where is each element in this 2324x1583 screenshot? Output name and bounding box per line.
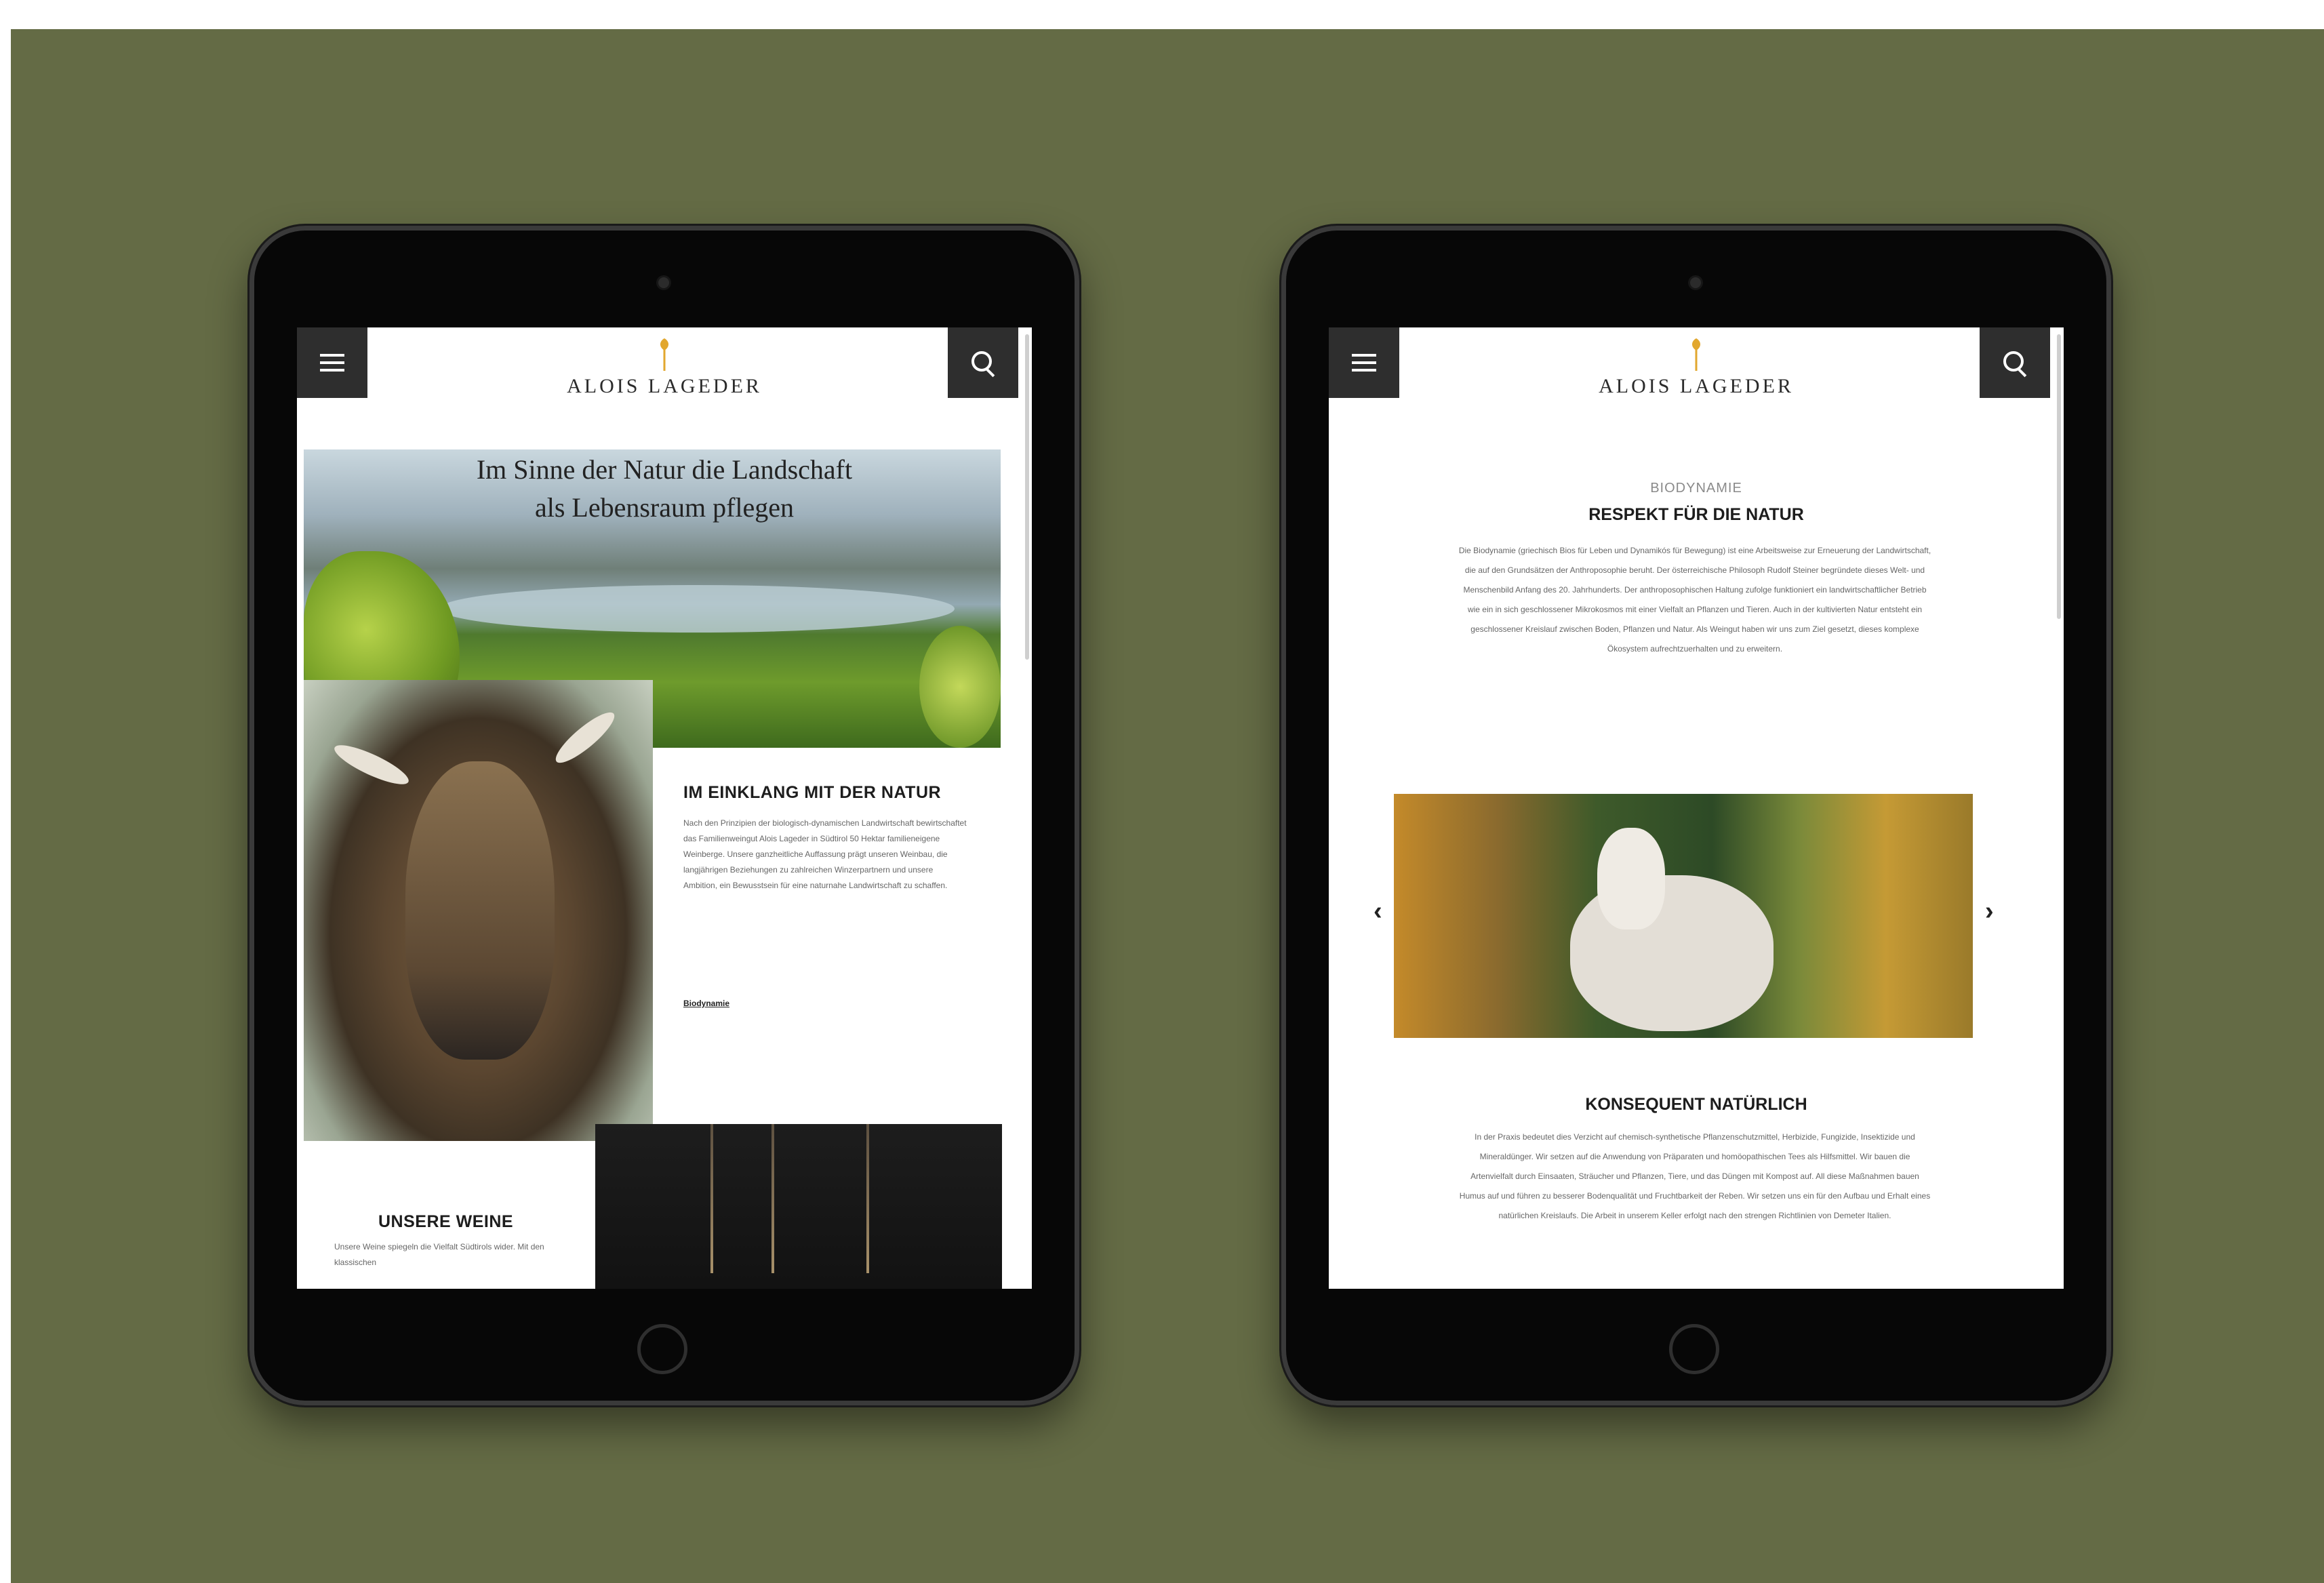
camera [658, 277, 669, 288]
wines-title: UNSERE WEINE [378, 1212, 514, 1231]
section-title: RESPEKT FÜR DIE NATUR [1588, 505, 1804, 524]
section-kicker: BIODYNAMIE [1650, 481, 1742, 496]
logo-icon [660, 338, 669, 371]
wine-image [595, 1124, 1002, 1289]
home-button[interactable] [637, 1324, 687, 1374]
hero-title: Im Sinne der Natur die Landschaft als Le… [476, 454, 853, 523]
home-button[interactable] [1669, 1324, 1719, 1374]
brand-logo[interactable]: ALOIS LAGEDER [297, 337, 1032, 398]
camera [1690, 277, 1701, 288]
section-text: Nach den Prinzipien der biologisch-dynam… [683, 818, 967, 890]
brand-name: ALOIS LAGEDER [1599, 375, 1794, 397]
search-icon [2003, 351, 2027, 378]
wines-text: Unsere Weine spiegeln die Vielfalt Südti… [334, 1242, 544, 1267]
logo-icon [1691, 338, 1701, 371]
brand-name: ALOIS LAGEDER [567, 375, 762, 397]
tablet-right: ALOIS LAGEDER BIODYNAMIE RESPEKT FÜR DIE… [1281, 226, 2111, 1405]
section-text: Die Biodynamie (griechisch Bios für Lebe… [1458, 546, 1931, 654]
biodynamie-link[interactable]: Biodynamie [683, 999, 729, 1008]
tablet-left: ALOIS LAGEDER Im Sinne der Natur die Lan… [249, 226, 1079, 1405]
menu-button[interactable] [1329, 327, 1399, 398]
menu-button[interactable] [297, 327, 367, 398]
cow-image [304, 680, 653, 1141]
brand-logo[interactable]: ALOIS LAGEDER [1329, 337, 2064, 398]
section-title-2: KONSEQUENT NATÜRLICH [1585, 1095, 1807, 1114]
screen-left[interactable]: ALOIS LAGEDER Im Sinne der Natur die Lan… [297, 327, 1032, 1289]
search-icon [971, 351, 995, 378]
section-text-2: In der Praxis bedeutet dies Verzicht auf… [1459, 1132, 1931, 1220]
menu-icon [320, 354, 344, 372]
menu-icon [1352, 354, 1376, 372]
section-title: IM EINKLANG MIT DER NATUR [683, 783, 942, 802]
chevron-right-icon[interactable]: › [1985, 897, 1994, 926]
screen-right[interactable]: ALOIS LAGEDER BIODYNAMIE RESPEKT FÜR DIE… [1329, 327, 2064, 1289]
chevron-left-icon[interactable]: ‹ [1374, 897, 1382, 926]
image-slider[interactable] [1394, 794, 1973, 1038]
search-button[interactable] [1980, 327, 2050, 398]
search-button[interactable] [948, 327, 1018, 398]
